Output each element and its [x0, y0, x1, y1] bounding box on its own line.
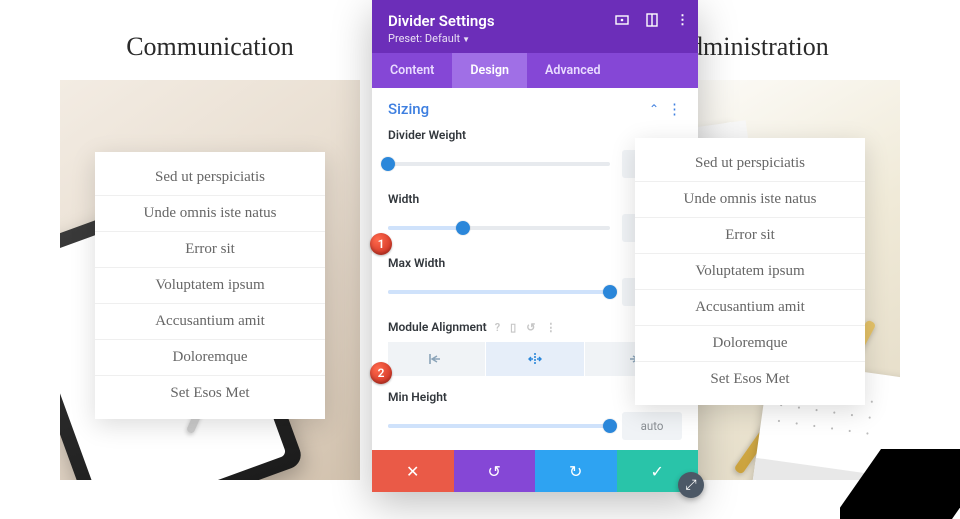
list-card-left: Sed ut perspiciatis Unde omnis iste natu…	[95, 152, 325, 419]
cancel-button[interactable]: ✕	[372, 450, 454, 492]
section-title: Sizing	[388, 100, 429, 118]
list-item: Error sit	[95, 232, 325, 268]
preset-selector[interactable]: Preset: Default▼	[388, 32, 682, 45]
column-communication: Communication Sed ut perspiciatis Unde o…	[60, 0, 360, 519]
list-item: Voluptatem ipsum	[95, 268, 325, 304]
responsive-phone-icon[interactable]: ▯	[510, 321, 516, 334]
chevron-down-icon: ▼	[462, 35, 470, 44]
field-kebab-icon[interactable]: ⋮	[545, 321, 556, 334]
photo-left: Sed ut perspiciatis Unde omnis iste natu…	[60, 80, 360, 480]
section-kebab-icon[interactable]: ⋮	[667, 100, 682, 118]
section-sizing-header[interactable]: Sizing ⌃ ⋮	[388, 100, 682, 118]
modal-header[interactable]: Divider Settings Preset: Default▼ ⋮	[372, 0, 698, 53]
slider-width[interactable]	[388, 226, 610, 230]
list-item: Doloremque	[95, 340, 325, 376]
corner-chevron	[840, 449, 960, 519]
list-item: Accusantium amit	[635, 290, 865, 326]
annotation-step-1: 1	[370, 233, 392, 255]
help-icon[interactable]	[644, 12, 660, 28]
list-item: Accusantium amit	[95, 304, 325, 340]
value-min-height[interactable]: auto	[622, 412, 682, 440]
list-item: Set Esos Met	[635, 362, 865, 397]
modal-footer: ✕ ↺ ↻ ✓	[372, 450, 698, 492]
slider-divider-weight[interactable]	[388, 162, 610, 166]
responsive-preview-icon[interactable]	[614, 12, 630, 28]
slider-min-height[interactable]	[388, 424, 610, 428]
list-item: Set Esos Met	[95, 376, 325, 411]
list-item: Unde omnis iste natus	[95, 196, 325, 232]
tab-design[interactable]: Design	[452, 53, 527, 88]
list-item: Doloremque	[635, 326, 865, 362]
undo-button[interactable]: ↺	[454, 450, 536, 492]
resize-handle[interactable]: ⤢	[678, 472, 704, 498]
tab-advanced[interactable]: Advanced	[527, 53, 619, 88]
slider-max-width[interactable]	[388, 290, 610, 294]
list-item: Sed ut perspiciatis	[95, 160, 325, 196]
help-hint-icon[interactable]: ?	[495, 321, 500, 334]
collapse-icon[interactable]: ⌃	[649, 102, 659, 116]
align-left-button[interactable]	[388, 342, 486, 376]
list-item: Unde omnis iste natus	[635, 182, 865, 218]
column-title-left: Communication	[60, 0, 360, 80]
slider-thumb[interactable]	[381, 157, 395, 171]
list-item: Error sit	[635, 218, 865, 254]
align-center-button[interactable]	[486, 342, 584, 376]
list-item: Voluptatem ipsum	[635, 254, 865, 290]
reset-icon[interactable]: ↺	[526, 321, 535, 334]
tab-content[interactable]: Content	[372, 53, 452, 88]
list-item: Sed ut perspiciatis	[635, 146, 865, 182]
kebab-menu-icon[interactable]: ⋮	[674, 12, 690, 28]
slider-thumb[interactable]	[603, 285, 617, 299]
redo-button[interactable]: ↻	[535, 450, 617, 492]
slider-thumb[interactable]	[603, 419, 617, 433]
annotation-step-2: 2	[370, 362, 392, 384]
slider-thumb[interactable]	[456, 221, 470, 235]
label-module-alignment: Module Alignment	[388, 320, 487, 334]
modal-tabs: Content Design Advanced	[372, 53, 698, 88]
list-card-right: Sed ut perspiciatis Unde omnis iste natu…	[635, 138, 865, 405]
